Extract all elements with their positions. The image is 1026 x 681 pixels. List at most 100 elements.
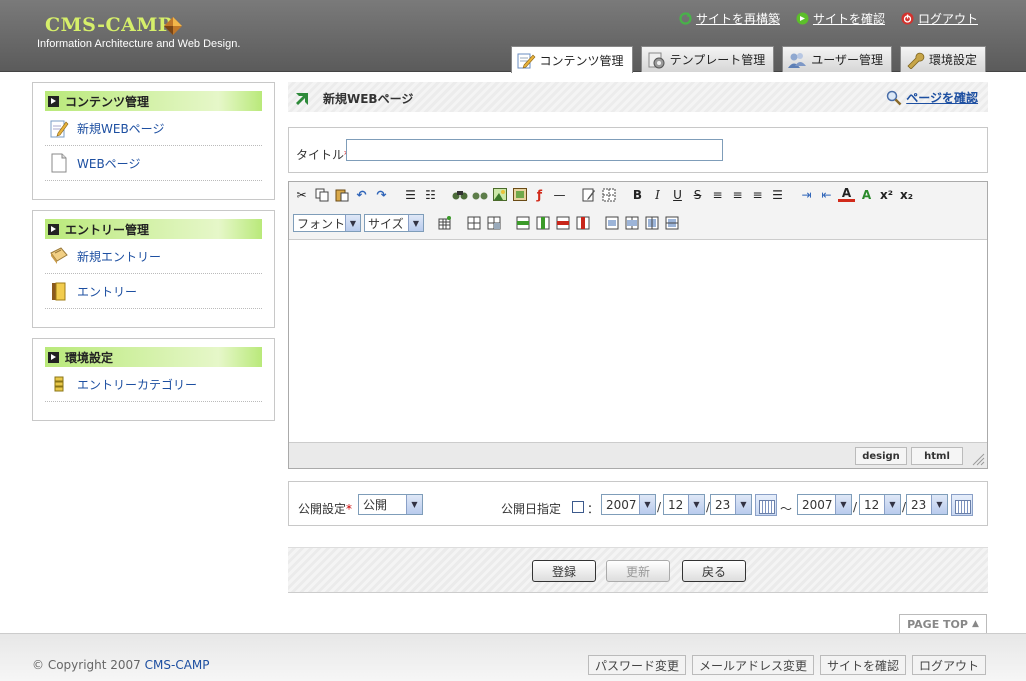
footer-logout[interactable]: ログアウト xyxy=(911,655,986,675)
top-link-label: ログアウト xyxy=(917,12,978,26)
cell-properties-icon[interactable] xyxy=(485,215,502,232)
title-label: タイトル* xyxy=(296,146,350,163)
chevron-down-icon: ▼ xyxy=(735,495,751,514)
outdent-icon[interactable]: ⇤ xyxy=(818,186,835,203)
tab-content-management[interactable]: コンテンツ管理 xyxy=(510,46,633,73)
sidebar-item-new-webpage[interactable]: 新規WEBページ xyxy=(45,111,262,146)
to-month-select[interactable]: 12 ▼ xyxy=(859,494,901,515)
users-icon xyxy=(788,52,807,68)
background-color-icon[interactable]: A xyxy=(858,186,875,203)
footer-view-site[interactable]: サイトを確認 xyxy=(819,655,906,675)
unlink-icon[interactable] xyxy=(471,186,488,203)
redo-icon[interactable]: ↷ xyxy=(373,186,390,203)
footer-email-change[interactable]: メールアドレス変更 xyxy=(691,655,814,675)
from-day-value: 23 xyxy=(715,497,731,512)
back-button[interactable]: 戻る xyxy=(682,560,746,582)
design-mode-button[interactable]: design xyxy=(855,447,907,465)
copyright-link[interactable]: CMS-CAMP xyxy=(145,658,210,672)
insert-column-icon[interactable] xyxy=(534,215,551,232)
subscript-icon[interactable]: x₂ xyxy=(898,186,915,203)
ordered-list-icon[interactable]: ☰ xyxy=(402,186,419,203)
sidebar-item-label[interactable]: エントリーカテゴリー xyxy=(77,376,197,393)
insert-table-icon[interactable] xyxy=(436,215,453,232)
merge-cells-icon[interactable] xyxy=(623,215,640,232)
italic-button[interactable]: I xyxy=(649,186,666,203)
magnifier-icon xyxy=(886,90,902,105)
new-entry-icon xyxy=(50,247,68,264)
page-top-button[interactable]: PAGE TOP ▲ xyxy=(899,614,987,633)
image-icon[interactable] xyxy=(491,186,508,203)
image-manager-icon[interactable] xyxy=(511,186,528,203)
undo-icon[interactable]: ↶ xyxy=(353,186,370,203)
table-properties-icon[interactable] xyxy=(465,215,482,232)
sidebar-item-label[interactable]: WEBページ xyxy=(77,155,140,172)
tab-label: テンプレート管理 xyxy=(669,53,766,67)
from-calendar-icon[interactable] xyxy=(755,494,777,516)
row-properties-icon[interactable] xyxy=(643,215,660,232)
editor-content-area[interactable] xyxy=(289,240,987,442)
page-icon xyxy=(51,153,67,173)
footer: © Copyright 2007 CMS-CAMP パスワード変更 メールアドレ… xyxy=(0,633,1026,681)
sidebar-item-webpage[interactable]: WEBページ xyxy=(45,146,262,181)
horizontal-rule-icon[interactable]: — xyxy=(551,186,568,203)
delete-row-icon[interactable] xyxy=(554,215,571,232)
publish-status-select[interactable]: 公開 ▼ xyxy=(358,494,423,515)
register-button[interactable]: 登録 xyxy=(532,560,596,582)
update-button[interactable]: 更新 xyxy=(606,560,670,582)
resize-grip-icon[interactable] xyxy=(971,452,985,466)
publish-date-checkbox[interactable] xyxy=(572,501,584,513)
align-justify-icon[interactable]: ☰ xyxy=(769,186,786,203)
paste-icon[interactable] xyxy=(333,186,350,203)
from-year-select[interactable]: 2007 ▼ xyxy=(601,494,656,515)
to-day-select[interactable]: 23 ▼ xyxy=(906,494,948,515)
cut-icon[interactable]: ✂ xyxy=(293,186,310,203)
sidebar-item-entry-category[interactable]: エントリーカテゴリー xyxy=(45,367,262,402)
link-icon[interactable] xyxy=(451,186,468,203)
to-calendar-icon[interactable] xyxy=(951,494,973,516)
indent-icon[interactable]: ⇥ xyxy=(798,186,815,203)
delete-column-icon[interactable] xyxy=(574,215,591,232)
bold-button[interactable]: B xyxy=(629,186,646,203)
sidebar-item-new-entry[interactable]: 新規エントリー xyxy=(45,239,262,274)
confirm-page-link[interactable]: ページを確認 xyxy=(886,89,978,106)
chevron-down-icon: ▼ xyxy=(408,215,423,231)
size-select[interactable]: サイズ ▼ xyxy=(364,214,424,232)
split-cell-icon[interactable] xyxy=(603,215,620,232)
footer-password-change[interactable]: パスワード変更 xyxy=(587,655,686,675)
required-mark: * xyxy=(346,502,353,516)
top-link-view-site[interactable]: サイトを確認 xyxy=(796,10,885,27)
to-year-select[interactable]: 2007 ▼ xyxy=(797,494,852,515)
sidebar-item-label[interactable]: エントリー xyxy=(77,283,137,300)
sidebar-item-entry[interactable]: エントリー xyxy=(45,274,262,309)
text-color-icon[interactable]: A xyxy=(838,186,855,202)
tab-label: 環境設定 xyxy=(928,53,977,67)
align-center-icon[interactable]: ≡ xyxy=(729,186,746,203)
title-input[interactable] xyxy=(346,139,723,161)
top-link-rebuild[interactable]: サイトを再構築 xyxy=(679,10,780,27)
logo-mark-icon xyxy=(164,17,182,35)
table-dotted-icon[interactable] xyxy=(600,186,617,203)
strikethrough-button[interactable]: S xyxy=(689,186,706,203)
from-month-select[interactable]: 12 ▼ xyxy=(663,494,705,515)
tab-template-management[interactable]: テンプレート管理 xyxy=(640,46,775,72)
sidebar-item-label[interactable]: 新規WEBページ xyxy=(77,120,164,137)
align-right-icon[interactable]: ≡ xyxy=(749,186,766,203)
tab-user-management[interactable]: ユーザー管理 xyxy=(782,46,892,72)
top-link-logout[interactable]: ログアウト xyxy=(901,10,978,27)
from-day-select[interactable]: 23 ▼ xyxy=(710,494,752,515)
underline-button[interactable]: U xyxy=(669,186,686,203)
html-mode-button[interactable]: html xyxy=(911,447,963,465)
tab-settings[interactable]: 環境設定 xyxy=(899,46,986,72)
superscript-icon[interactable]: x² xyxy=(878,186,895,203)
unordered-list-icon[interactable]: ☷ xyxy=(422,186,439,203)
sidebar-item-label[interactable]: 新規エントリー xyxy=(77,248,161,265)
copy-icon[interactable] xyxy=(313,186,330,203)
logo-title: CMS-CAMP xyxy=(45,14,173,36)
align-left-icon[interactable]: ≡ xyxy=(709,186,726,203)
to-day-value: 23 xyxy=(911,497,927,512)
column-properties-icon[interactable] xyxy=(663,215,680,232)
edit-source-icon[interactable] xyxy=(580,186,597,203)
insert-row-icon[interactable] xyxy=(514,215,531,232)
flash-icon[interactable]: ƒ xyxy=(531,186,548,203)
font-select[interactable]: フォント ▼ xyxy=(293,214,361,232)
